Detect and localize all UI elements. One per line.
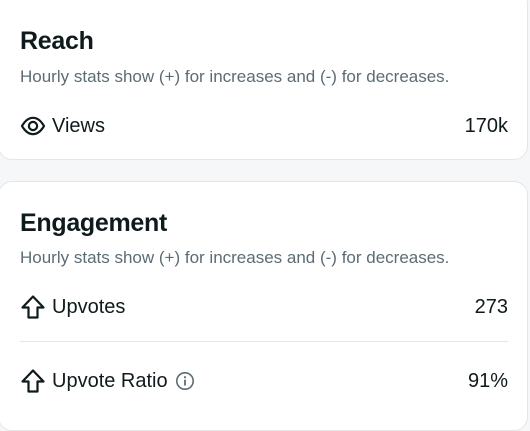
reach-subtitle: Hourly stats show (+) for increases and … bbox=[20, 67, 450, 86]
views-label: Views bbox=[52, 114, 105, 137]
views-stat-row: Views 170k bbox=[20, 111, 508, 141]
stats-divider bbox=[20, 341, 508, 342]
eye-icon bbox=[20, 113, 46, 139]
upvotes-stat-row: Upvotes 273 bbox=[20, 292, 508, 322]
upvote-ratio-label: Upvote Ratio bbox=[52, 369, 168, 392]
engagement-subtitle: Hourly stats show (+) for increases and … bbox=[20, 248, 450, 267]
upvotes-value: 273 bbox=[474, 295, 508, 318]
upvote-ratio-stat-row: Upvote Ratio 91% bbox=[20, 366, 508, 396]
engagement-card: Engagement Hourly stats show (+) for inc… bbox=[0, 181, 528, 431]
info-icon[interactable] bbox=[175, 371, 195, 391]
upvotes-label: Upvotes bbox=[52, 295, 126, 318]
engagement-title: Engagement bbox=[20, 209, 168, 237]
upvote-ratio-value: 91% bbox=[467, 369, 508, 392]
upvote-arrow-icon bbox=[20, 294, 46, 320]
views-value: 170k bbox=[464, 114, 508, 137]
reach-title: Reach bbox=[20, 27, 94, 55]
upvote-arrow-icon bbox=[20, 368, 46, 394]
reach-card: Reach Hourly stats show (+) for increase… bbox=[0, 0, 528, 160]
